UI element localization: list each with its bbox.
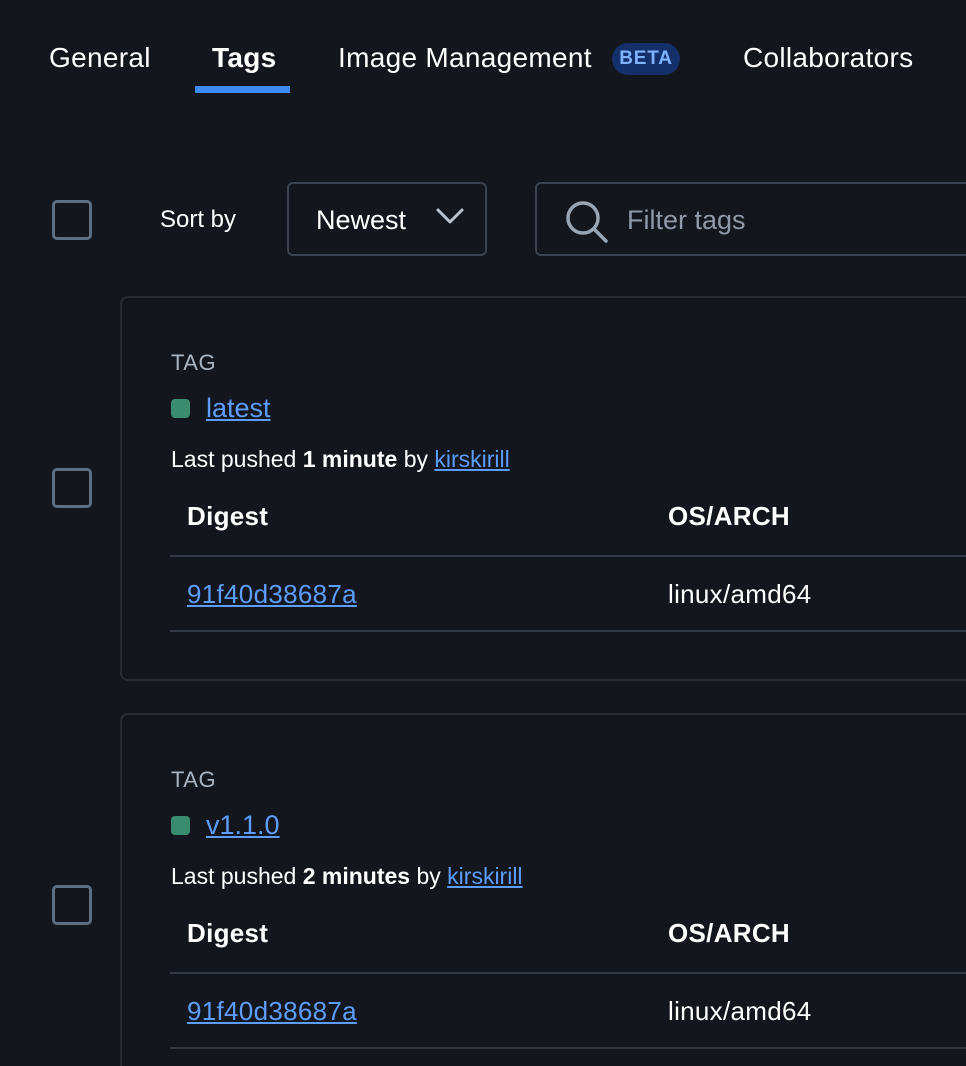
tab-tags[interactable]: Tags: [212, 40, 276, 76]
status-dot-icon: [171, 816, 190, 835]
chevron-down-icon: [436, 208, 464, 224]
pushed-user-link[interactable]: kirskirill: [434, 446, 509, 472]
tag-row-checkbox[interactable]: [52, 885, 92, 925]
last-pushed-info: Last pushed 2 minutes by kirskirill: [171, 862, 523, 890]
table-divider: [170, 1047, 966, 1049]
sort-select[interactable]: Newest: [287, 182, 487, 256]
table-divider: [170, 972, 966, 974]
active-tab-indicator: [195, 86, 290, 93]
digest-link[interactable]: 91f40d38687a: [187, 996, 357, 1026]
sort-selected-value: Newest: [316, 205, 407, 235]
table-divider: [170, 630, 966, 632]
os-arch-value: linux/amd64: [668, 579, 812, 609]
os-arch-value: linux/amd64: [668, 996, 812, 1026]
pushed-time: 2 minutes: [302, 863, 411, 889]
tag-heading: TAG: [171, 350, 217, 375]
digest-column-header: Digest: [187, 501, 269, 531]
tag-card: TAG v1.1.0 Last pushed 2 minutes by kirs…: [120, 713, 966, 1066]
table-divider: [170, 555, 966, 557]
filter-tags-input[interactable]: [627, 202, 966, 238]
pushed-time: 1 minute: [302, 446, 398, 472]
beta-badge: BETA: [612, 43, 680, 75]
pushed-by-word: by: [416, 863, 441, 889]
tag-row-checkbox[interactable]: [52, 468, 92, 508]
pushed-user-link[interactable]: kirskirill: [447, 863, 522, 889]
digest-column-header: Digest: [187, 918, 269, 948]
pushed-prefix: Last pushed: [171, 863, 297, 889]
filter-tags-box: [535, 182, 966, 256]
tab-image-management[interactable]: Image Management: [338, 40, 592, 76]
sort-label: Sort by: [160, 206, 237, 233]
tag-name-link[interactable]: latest: [206, 391, 271, 425]
tag-heading: TAG: [171, 767, 217, 792]
repository-tabs: General Tags Image Management BETA Colla…: [0, 0, 966, 100]
tags-page: General Tags Image Management BETA Colla…: [0, 0, 966, 1066]
last-pushed-info: Last pushed 1 minute by kirskirill: [171, 445, 510, 473]
select-all-checkbox[interactable]: [52, 200, 92, 240]
tag-card: TAG latest Last pushed 1 minute by kirsk…: [120, 296, 966, 681]
status-dot-icon: [171, 399, 190, 418]
os-arch-column-header: OS/ARCH: [668, 501, 790, 531]
tab-general[interactable]: General: [49, 40, 151, 76]
search-icon: [566, 201, 608, 243]
pushed-prefix: Last pushed: [171, 446, 297, 472]
digest-link[interactable]: 91f40d38687a: [187, 579, 357, 609]
tag-name-link[interactable]: v1.1.0: [206, 808, 280, 842]
pushed-by-word: by: [403, 446, 428, 472]
os-arch-column-header: OS/ARCH: [668, 918, 790, 948]
tab-collaborators[interactable]: Collaborators: [743, 40, 913, 76]
